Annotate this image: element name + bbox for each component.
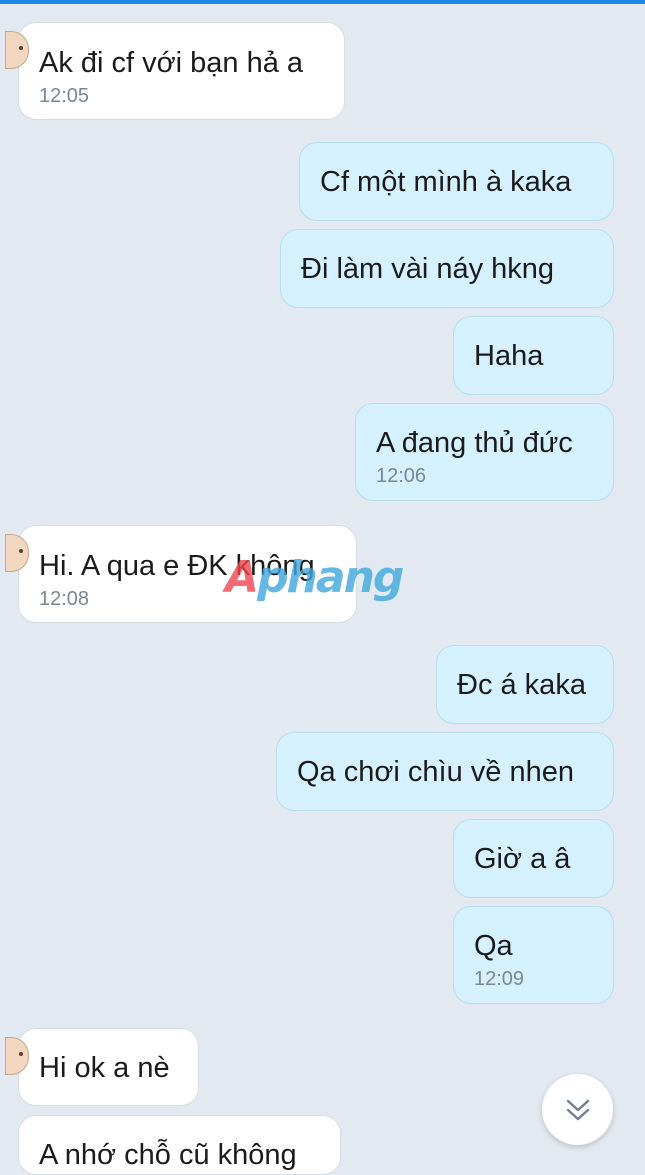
message-time: 12:09 [474,968,525,990]
message-time: 12:06 [376,465,427,487]
message-bubble-outgoing[interactable]: A đang thủ đức 12:06 [355,403,614,501]
message-bubble-outgoing[interactable]: Giờ a â [453,819,614,898]
message-text: Đi làm vài náy hkng [301,253,555,285]
message-text: A nhớ chỗ cũ không [39,1139,297,1171]
message-text: Giờ a â [474,843,571,875]
message-bubble-outgoing[interactable]: Qa 12:09 [453,906,614,1004]
message-text: Đc á kaka [457,669,586,701]
scroll-to-bottom-button[interactable] [542,1074,613,1145]
message-text: Cf một mình à kaka [320,166,572,198]
watermark-logo: Aphang [225,552,404,603]
message-text: Qa [474,930,513,962]
message-bubble-incoming[interactable]: Ak đi cf với bạn hả a 12:05 [5,22,345,120]
avatar[interactable] [5,31,29,69]
message-bubble-outgoing[interactable]: Qa chơi chìu về nhen [276,732,614,811]
message-text: Qa chơi chìu về nhen [297,756,574,788]
message-bubble-outgoing[interactable]: Haha [453,316,614,395]
message-time: 12:05 [39,85,90,107]
message-text: Ak đi cf với bạn hả a [39,47,304,79]
message-bubble-incoming[interactable]: A nhớ chỗ cũ không [18,1115,341,1175]
message-text: Haha [474,340,544,372]
message-text: A đang thủ đức [376,427,573,459]
message-bubble-outgoing[interactable]: Đc á kaka [436,645,614,724]
avatar[interactable] [5,1037,29,1075]
double-chevron-down-icon [566,1099,589,1120]
message-bubble-outgoing[interactable]: Đi làm vài náy hkng [280,229,614,308]
avatar[interactable] [5,534,29,572]
message-bubble-outgoing[interactable]: Cf một mình à kaka [299,142,614,221]
message-text: Hi ok a nè [39,1052,170,1084]
message-bubble-incoming[interactable]: Hi ok a nè [5,1028,199,1106]
